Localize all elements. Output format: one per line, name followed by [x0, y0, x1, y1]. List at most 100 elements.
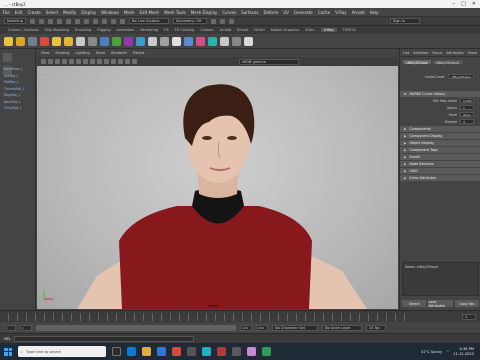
- shelf-tab[interactable]: Rendering: [140, 28, 158, 32]
- attribute-section[interactable]: ▶ Component Display: [400, 132, 480, 139]
- bookmark-icon[interactable]: [48, 59, 53, 64]
- shelf-tab[interactable]: Poly Modeling: [45, 28, 69, 32]
- taskbar-search[interactable]: ⌕ Type here to search: [18, 346, 106, 357]
- store-icon[interactable]: [157, 347, 166, 356]
- shelf-tab[interactable]: MASH: [254, 28, 264, 32]
- photos-icon[interactable]: [232, 347, 241, 356]
- menu-item[interactable]: Edit Mesh: [140, 10, 160, 15]
- attribute-editor-menu-item[interactable]: Show: [468, 51, 477, 55]
- menu-item[interactable]: UV: [283, 10, 289, 15]
- undo-icon[interactable]: [56, 18, 62, 24]
- menu-item[interactable]: Create: [27, 10, 40, 15]
- time-slider[interactable]: 1: [0, 310, 480, 322]
- attribute-editor-button[interactable]: Load Attributes: [428, 300, 453, 308]
- render-settings-icon[interactable]: [228, 18, 234, 24]
- clock-date[interactable]: 11-12-2022: [453, 352, 474, 357]
- shelf-tab[interactable]: XGen: [305, 28, 314, 32]
- attribute-section[interactable]: ▶ Component Tags: [400, 146, 480, 153]
- menu-item[interactable]: Surfaces: [241, 10, 258, 15]
- chrome-icon[interactable]: [172, 347, 181, 356]
- select-object-icon[interactable]: [83, 18, 89, 24]
- fog-icon[interactable]: [172, 36, 181, 46]
- shelf-tab[interactable]: V-Ray: [320, 28, 337, 32]
- displacement-icon[interactable]: [220, 36, 229, 46]
- anim-layer-field[interactable]: No Anim Layer: [322, 324, 362, 331]
- environment-fog-icon[interactable]: [208, 36, 217, 46]
- paint-icon[interactable]: [247, 347, 256, 356]
- viewport-menu-item[interactable]: Show: [96, 51, 105, 55]
- toon-icon[interactable]: [196, 36, 205, 46]
- camera-attributes-icon[interactable]: [41, 59, 46, 64]
- viewport-menu-item[interactable]: Shading: [55, 51, 69, 55]
- image-plane-icon[interactable]: [55, 59, 60, 64]
- menu-item[interactable]: Display: [81, 10, 96, 15]
- film-gate-icon[interactable]: [69, 59, 74, 64]
- shelf-tab[interactable]: FX Caching: [175, 28, 195, 32]
- isolate-icon[interactable]: [132, 59, 137, 64]
- viewport-menu-item[interactable]: Lighting: [76, 51, 90, 55]
- shelf-tab[interactable]: Bifrost: [237, 28, 248, 32]
- file-explorer-icon[interactable]: [142, 347, 151, 356]
- new-scene-icon[interactable]: [29, 18, 35, 24]
- attribute-section[interactable]: ▶ Node Behavior: [400, 160, 480, 167]
- range-bar[interactable]: [36, 324, 236, 331]
- vray-light-icon[interactable]: [40, 36, 49, 46]
- attribute-editor-button[interactable]: Copy Tab: [454, 300, 479, 307]
- vray-settings-icon[interactable]: [244, 36, 253, 46]
- attribute-section[interactable]: ▶ Extra Attributes: [400, 174, 480, 181]
- attribute-editor-button[interactable]: Select: [402, 300, 427, 307]
- symmetry-field[interactable]: Symmetry: Off: [172, 18, 207, 24]
- adobe-icon[interactable]: [217, 347, 226, 356]
- attribute-value-field[interactable]: 0.000: [460, 98, 474, 103]
- frame-buffer-icon[interactable]: [28, 36, 37, 46]
- live-surface-field[interactable]: No Live Surface: [128, 18, 169, 24]
- dome-light-icon[interactable]: [52, 36, 61, 46]
- range-inner-end-field[interactable]: 120: [240, 324, 252, 331]
- shelf-tab[interactable]: Rigging: [97, 28, 110, 32]
- attribute-editor-menu-item[interactable]: Selected: [413, 51, 428, 55]
- textured-icon[interactable]: [97, 59, 102, 64]
- shelf-tab[interactable]: TURTLE: [343, 28, 356, 32]
- shadows-icon[interactable]: [111, 59, 116, 64]
- wireframe-icon[interactable]: [83, 59, 88, 64]
- menu-item[interactable]: Deform: [263, 10, 278, 15]
- attribute-editor-menu-item[interactable]: Focus: [432, 51, 442, 55]
- task-view-icon[interactable]: [112, 347, 121, 356]
- outliner-item[interactable]: PinkyRot_L: [0, 105, 36, 112]
- attribute-section[interactable]: ▶ Object Display: [400, 139, 480, 146]
- maximize-icon[interactable]: □: [461, 1, 466, 7]
- shelf-tab[interactable]: Custom: [200, 28, 213, 32]
- snap-grid-icon[interactable]: [101, 18, 107, 24]
- ies-light-icon[interactable]: [88, 36, 97, 46]
- attribute-editor-menu-item[interactable]: Attributes: [446, 51, 463, 55]
- select-tool-icon[interactable]: [3, 53, 12, 62]
- lights-icon[interactable]: [104, 59, 109, 64]
- node-name-field[interactable]: ctBoy2Shape: [448, 74, 474, 79]
- ipr-render-icon[interactable]: [219, 18, 225, 24]
- snap-point-icon[interactable]: [119, 18, 125, 24]
- attribute-value-field[interactable]: 1: [460, 105, 474, 110]
- fur-icon[interactable]: [124, 36, 133, 46]
- menu-item[interactable]: File: [3, 10, 10, 15]
- range-end-field[interactable]: 200: [256, 324, 268, 331]
- range-start-field[interactable]: 1: [4, 324, 16, 331]
- proxy-icon[interactable]: [112, 36, 121, 46]
- node-tab[interactable]: ctBoy2Shape: [403, 60, 431, 65]
- shelf-tab[interactable]: Motion Graphics: [271, 28, 299, 32]
- attribute-section[interactable]: ▶ Arnold: [400, 153, 480, 160]
- range-inner-start-field[interactable]: 1: [20, 324, 32, 331]
- shelf-tab[interactable]: Sculpting: [75, 28, 91, 32]
- current-frame-field[interactable]: 1: [462, 314, 476, 320]
- minimize-icon[interactable]: –: [453, 1, 456, 7]
- material-icon[interactable]: [160, 36, 169, 46]
- attribute-section[interactable]: ▶ UUID: [400, 167, 480, 174]
- weather-text[interactable]: 31°C Sunny: [421, 350, 442, 354]
- attribute-editor-menu-item[interactable]: List: [403, 51, 409, 55]
- menu-item[interactable]: Edit: [15, 10, 23, 15]
- workspace-selector[interactable]: Modeling: [4, 18, 26, 24]
- windows-start-icon[interactable]: [4, 347, 12, 356]
- sign-in-button[interactable]: Sign In: [390, 18, 420, 24]
- menu-item[interactable]: Curves: [222, 10, 236, 15]
- menu-item[interactable]: Generate: [294, 10, 313, 15]
- menu-item[interactable]: Help: [370, 10, 379, 15]
